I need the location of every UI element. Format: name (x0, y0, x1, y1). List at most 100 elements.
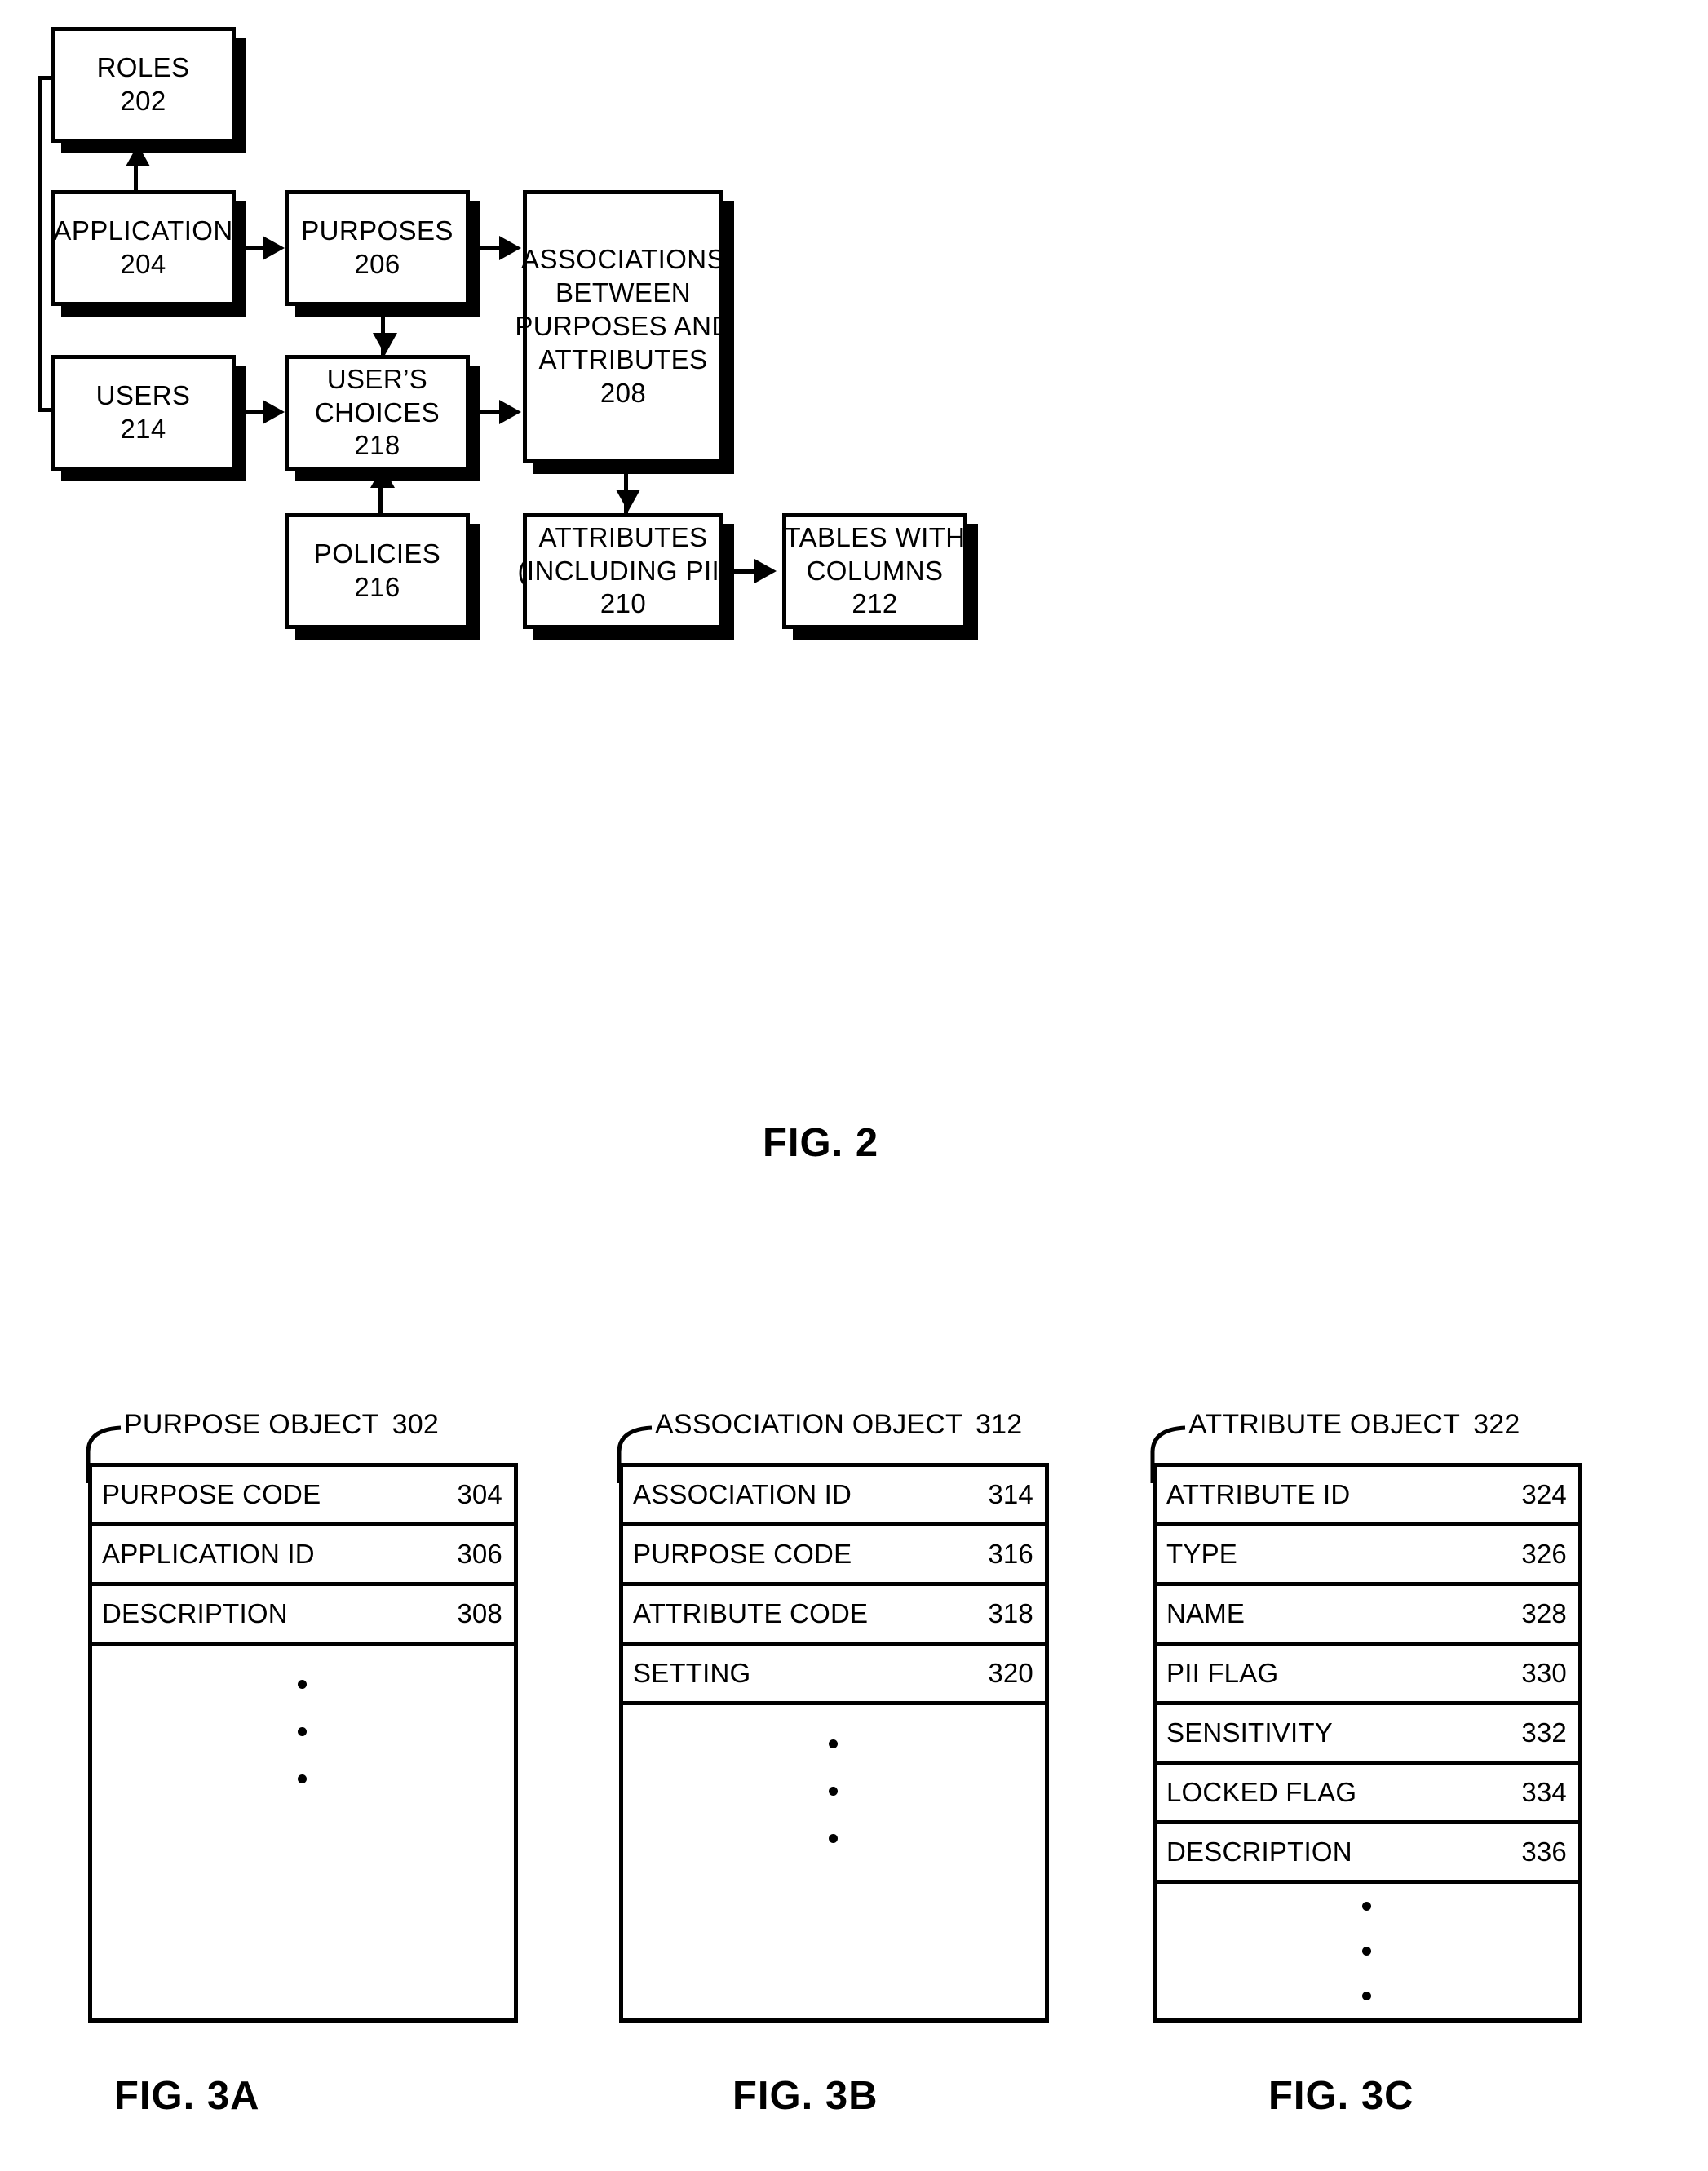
ellipsis-dot (829, 1739, 838, 1748)
flow-box-roles-line-0: ROLES (96, 52, 190, 83)
row-label: ATTRIBUTE CODE (633, 1598, 869, 1628)
flow-box-application: APPLICATION 204 (51, 190, 236, 306)
flow-box-users: USERS 214 (51, 355, 236, 471)
row-number: 308 (457, 1598, 502, 1628)
arrowhead-user-choices-to-associations (499, 400, 521, 424)
row-number: 318 (988, 1598, 1033, 1628)
table-row: TYPE 326 (1157, 1526, 1578, 1586)
row-number: 304 (457, 1479, 502, 1509)
ellipsis-dot (298, 1774, 307, 1783)
row-number: 336 (1521, 1836, 1567, 1867)
flow-box-user-choices-line-2: 218 (354, 430, 400, 461)
flow-box-roles-line-1: 202 (120, 86, 166, 116)
table-row: ATTRIBUTE ID 324 (1157, 1467, 1578, 1526)
flow-box-purposes: PURPOSES 206 (285, 190, 470, 306)
flow-box-associations: ASSOCIATIONS BETWEEN PURPOSES AND ATTRIB… (515, 190, 731, 463)
flow-box-user-choices-line-1: CHOICES (314, 397, 440, 428)
ellipsis-dot (1362, 1947, 1371, 1956)
flow-box-application-line-0: APPLICATION (53, 215, 233, 246)
connector-user-choices-to-associations (470, 410, 501, 414)
connector-application-to-purposes (236, 246, 265, 250)
attribute-object-table: ATTRIBUTE ID 324 TYPE 326 NAME 328 PII F… (1153, 1463, 1582, 2023)
connector-users-to-user-choices (236, 410, 265, 414)
attribute-object-title-number: 322 (1473, 1409, 1520, 1440)
flow-box-associations-line-1: BETWEEN (555, 277, 691, 308)
association-object-title: ASSOCIATION OBJECT 312 (655, 1409, 1022, 1441)
flow-box-attributes-line-0: ATTRIBUTES (538, 521, 708, 552)
figure-2-caption: FIG. 2 (763, 1121, 879, 1165)
row-label: LOCKED FLAG (1166, 1777, 1357, 1807)
table-continuation-ellipsis (1157, 1884, 1578, 2018)
purpose-object-title-number: 302 (392, 1409, 439, 1440)
table-row: DESCRIPTION 308 (92, 1586, 514, 1646)
ellipsis-dot (298, 1727, 307, 1736)
row-label: NAME (1166, 1598, 1246, 1628)
row-label: DESCRIPTION (102, 1598, 288, 1628)
row-number: 324 (1521, 1479, 1567, 1509)
flow-box-application-line-1: 204 (120, 249, 166, 279)
row-label: PURPOSE CODE (633, 1539, 852, 1569)
arrowhead-attributes-to-tables (754, 559, 777, 583)
flow-box-purposes-line-1: 206 (354, 249, 400, 279)
flow-box-purposes-line-0: PURPOSES (301, 215, 454, 246)
arrowhead-purposes-to-user-choices (373, 333, 397, 355)
attribute-object-title: ATTRIBUTE OBJECT 322 (1188, 1409, 1520, 1441)
row-label: DESCRIPTION (1166, 1836, 1352, 1867)
flow-box-tables-with-columns: TABLES WITH COLUMNS 212 (782, 513, 967, 629)
attribute-object-title-label: ATTRIBUTE OBJECT (1188, 1409, 1461, 1440)
figure-3c-caption: FIG. 3C (1268, 2074, 1414, 2118)
row-number: 334 (1521, 1777, 1567, 1807)
flow-box-associations-line-4: 208 (600, 377, 647, 408)
connector-application-to-roles (134, 165, 138, 192)
table-row: NAME 328 (1157, 1586, 1578, 1646)
ellipsis-dot (298, 1680, 307, 1689)
row-label: SETTING (633, 1658, 751, 1688)
arrowhead-application-to-roles (126, 144, 150, 166)
table-row: ASSOCIATION ID 314 (623, 1467, 1045, 1526)
ellipsis-dot (1362, 1992, 1371, 2000)
flow-box-policies-line-0: POLICIES (313, 538, 441, 569)
connector-left-bus-vertical (38, 76, 42, 412)
row-label: APPLICATION ID (102, 1539, 315, 1569)
flow-box-attributes-line-2: 210 (600, 588, 647, 619)
row-label: PII FLAG (1166, 1658, 1279, 1688)
ellipsis-dot (829, 1834, 838, 1843)
arrowhead-purposes-to-associations (499, 236, 521, 260)
table-row: PII FLAG 330 (1157, 1646, 1578, 1705)
arrowhead-users-to-user-choices (263, 400, 285, 424)
flow-box-users-line-1: 214 (120, 414, 166, 444)
table-row: SETTING 320 (623, 1646, 1045, 1705)
row-number: 330 (1521, 1658, 1567, 1688)
figure-3b-caption: FIG. 3B (732, 2074, 878, 2118)
row-label: SENSITIVITY (1166, 1717, 1333, 1748)
flow-box-attributes-line-1: (INCLUDING PII) (517, 555, 729, 586)
table-row: ATTRIBUTE CODE 318 (623, 1586, 1045, 1646)
table-row: SENSITIVITY 332 (1157, 1705, 1578, 1765)
flow-box-roles: ROLES 202 (51, 27, 236, 143)
table-continuation-ellipsis (92, 1646, 514, 2018)
flow-box-tables-line-1: COLUMNS (806, 555, 944, 586)
flow-box-users-line-0: USERS (95, 380, 191, 411)
purpose-object-title-label: PURPOSE OBJECT (124, 1409, 379, 1440)
association-object-table: ASSOCIATION ID 314 PURPOSE CODE 316 ATTR… (619, 1463, 1049, 2023)
table-row: APPLICATION ID 306 (92, 1526, 514, 1586)
association-object-title-label: ASSOCIATION OBJECT (655, 1409, 963, 1440)
figure-3a-caption: FIG. 3A (114, 2074, 260, 2118)
row-number: 326 (1521, 1539, 1567, 1569)
row-number: 328 (1521, 1598, 1567, 1628)
row-label: ASSOCIATION ID (633, 1479, 852, 1509)
purpose-object-title: PURPOSE OBJECT 302 (124, 1409, 439, 1441)
row-number: 314 (988, 1479, 1033, 1509)
table-row: PURPOSE CODE 304 (92, 1467, 514, 1526)
row-number: 320 (988, 1658, 1033, 1688)
flow-box-tables-line-2: 212 (852, 588, 898, 619)
table-continuation-ellipsis (623, 1705, 1045, 2018)
row-label: TYPE (1166, 1539, 1237, 1569)
row-number: 316 (988, 1539, 1033, 1569)
flow-box-associations-line-3: ATTRIBUTES (538, 343, 708, 374)
table-row: LOCKED FLAG 334 (1157, 1765, 1578, 1824)
table-row: PURPOSE CODE 316 (623, 1526, 1045, 1586)
ellipsis-dot (1362, 1902, 1371, 1911)
flow-box-tables-line-0: TABLES WITH (784, 521, 966, 552)
flow-box-user-choices: USER’S CHOICES 218 (285, 355, 470, 471)
